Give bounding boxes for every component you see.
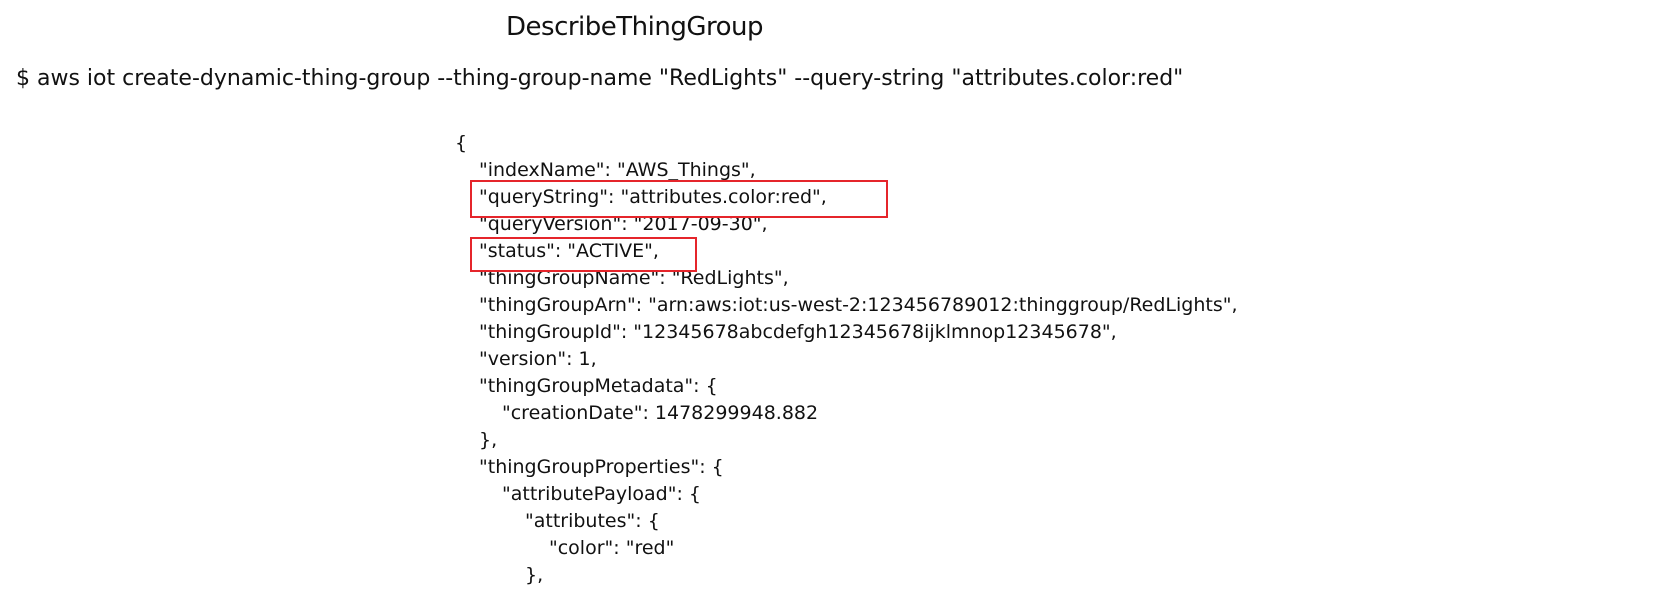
json-line-color: "color": "red": [549, 537, 675, 559]
json-line-version: "version": 1,: [479, 348, 597, 370]
json-line-thing-group-arn: "thingGroupArn": "arn:aws:iot:us-west-2:…: [479, 294, 1238, 316]
json-response: { "indexName": "AWS_Things", "queryStrin…: [455, 130, 1238, 586]
json-line-open-brace: {: [455, 132, 468, 154]
page-title: DescribeThingGroup: [506, 12, 764, 42]
json-line-thing-group-metadata: "thingGroupMetadata": {: [479, 375, 718, 397]
cli-command: $ aws iot create-dynamic-thing-group --t…: [16, 66, 1184, 91]
json-line-creation-date: "creationDate": 1478299948.882: [502, 402, 819, 424]
status-highlight-box: [470, 237, 697, 272]
json-line-thing-group-id: "thingGroupId": "12345678abcdefgh1234567…: [479, 321, 1117, 343]
json-line-close-attributes: },: [525, 564, 544, 586]
json-line-close-metadata: },: [479, 429, 498, 451]
query-string-highlight-box: [470, 180, 888, 218]
json-line-thing-group-properties: "thingGroupProperties": {: [479, 456, 724, 478]
json-line-attributes: "attributes": {: [525, 510, 660, 532]
json-line-attribute-payload: "attributePayload": {: [502, 483, 701, 505]
